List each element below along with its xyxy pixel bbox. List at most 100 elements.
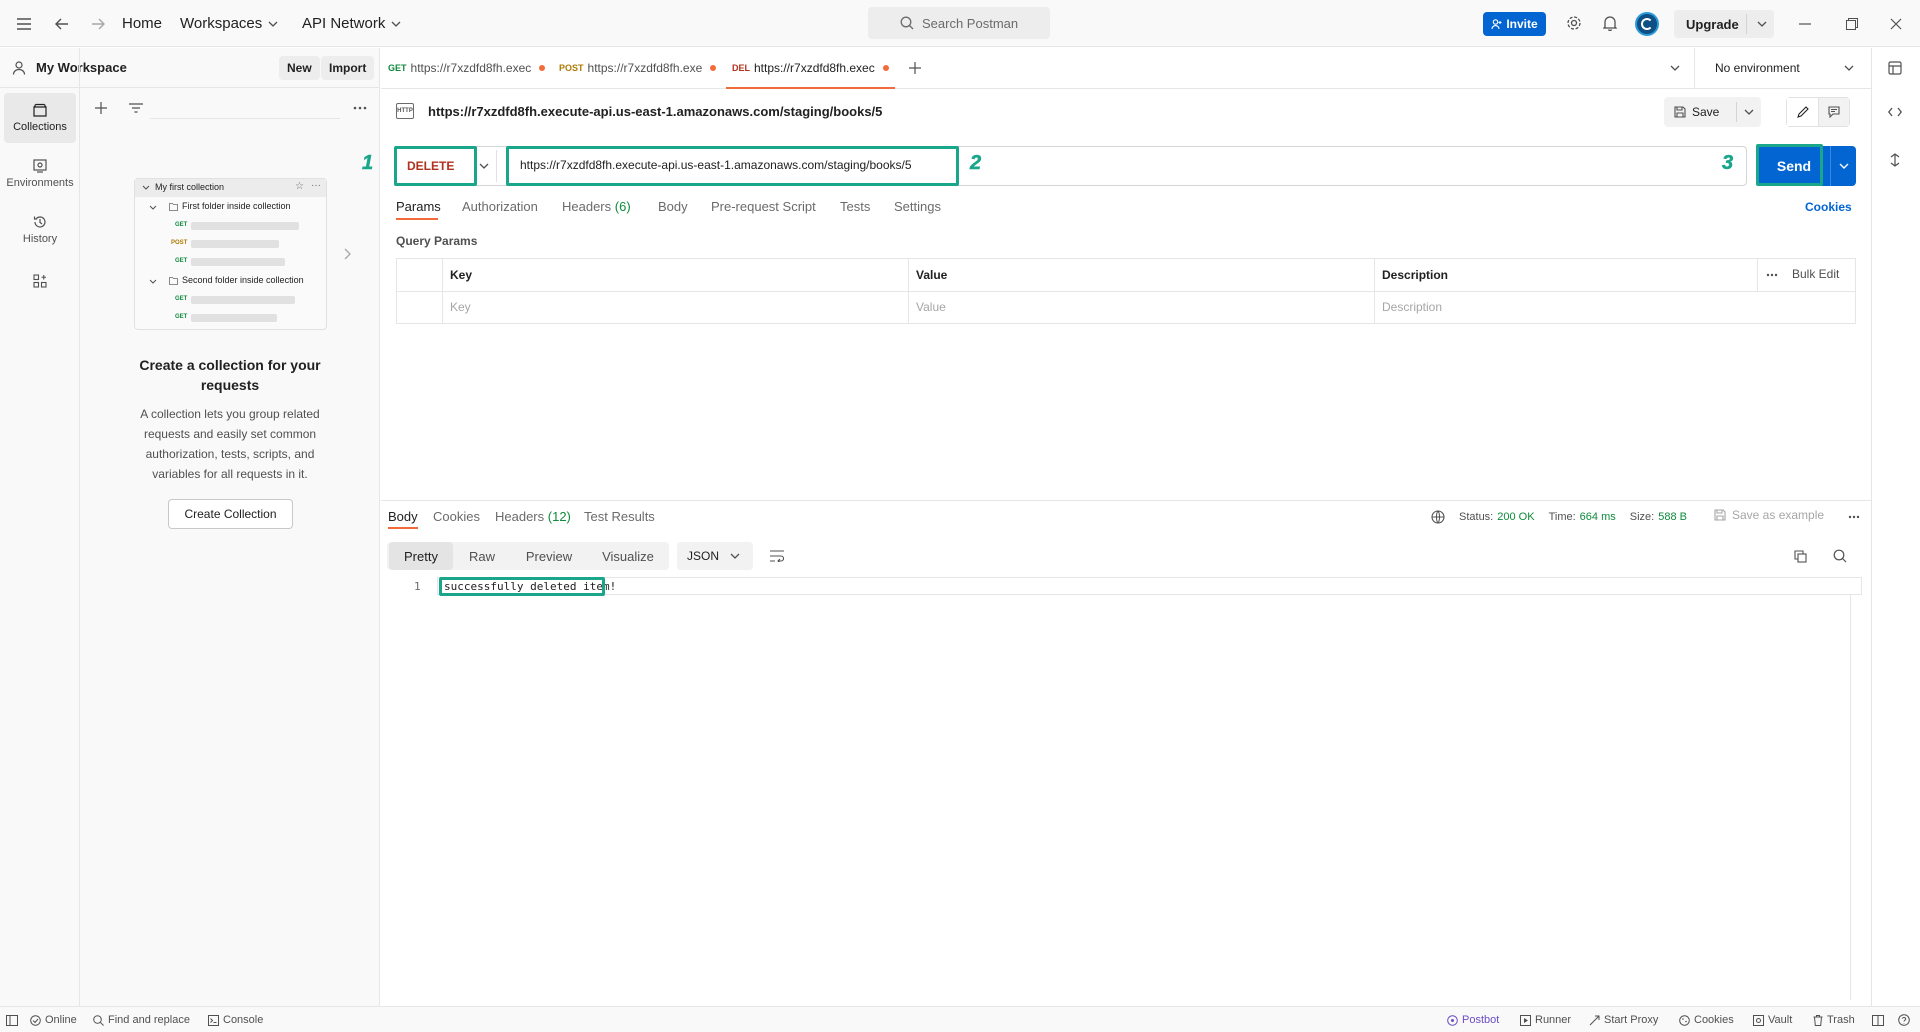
- rail-item-environments[interactable]: Environments: [4, 149, 76, 199]
- chevron-down-icon: [268, 21, 278, 27]
- vault-label: Vault: [1768, 1014, 1793, 1026]
- request-tab-get[interactable]: GET https://r7xzdfd8fh.exec: [382, 48, 551, 88]
- save-as-example-button[interactable]: Save as example: [1714, 508, 1824, 522]
- bulk-edit-link[interactable]: Bulk Edit: [1792, 267, 1839, 281]
- online-status[interactable]: Online: [30, 1007, 77, 1032]
- size-value[interactable]: 588 B: [1658, 511, 1687, 523]
- request-tab-delete[interactable]: DEL https://r7xzdfd8fh.exec: [726, 48, 895, 89]
- api-network-menu[interactable]: API Network: [302, 0, 401, 47]
- key-input[interactable]: Key: [450, 300, 471, 314]
- postbot-button[interactable]: Postbot: [1447, 1007, 1499, 1032]
- rail-label: Environments: [6, 177, 74, 189]
- find-replace-button[interactable]: Find and replace: [93, 1007, 190, 1032]
- start-proxy-button[interactable]: Start Proxy: [1589, 1007, 1658, 1032]
- rail-item-collections[interactable]: Collections: [4, 93, 76, 143]
- search-icon[interactable]: [1831, 548, 1849, 564]
- close-window-icon[interactable]: [1886, 14, 1906, 34]
- save-button[interactable]: Save: [1664, 97, 1736, 127]
- view-raw[interactable]: Raw: [455, 542, 509, 570]
- time-value[interactable]: 664 ms: [1580, 511, 1616, 523]
- view-pretty[interactable]: Pretty: [389, 542, 453, 570]
- save-as-example-label: Save as example: [1732, 508, 1825, 522]
- tab-method: POST: [559, 63, 584, 73]
- rail-item-history[interactable]: History: [4, 205, 76, 255]
- editor-scrollbar[interactable]: [1850, 595, 1851, 1000]
- upgrade-label: Upgrade: [1686, 16, 1739, 32]
- value-input[interactable]: Value: [916, 300, 946, 314]
- environment-selector[interactable]: No environment: [1703, 53, 1863, 83]
- search-icon: [93, 1014, 104, 1026]
- trash-button[interactable]: Trash: [1813, 1007, 1855, 1032]
- description-input[interactable]: Description: [1382, 300, 1442, 314]
- related-collections-icon[interactable]: [1886, 151, 1904, 169]
- avatar[interactable]: [1635, 12, 1659, 36]
- tab-headers[interactable]: Headers (6): [562, 199, 631, 214]
- filter-icon[interactable]: [127, 99, 145, 117]
- workspaces-menu[interactable]: Workspaces: [180, 0, 278, 47]
- layout-toggle-icon[interactable]: [1872, 1007, 1884, 1032]
- status-value[interactable]: 200 OK: [1497, 511, 1534, 523]
- tab-authorization[interactable]: Authorization: [462, 199, 538, 214]
- chevron-down-icon[interactable]: [1744, 109, 1754, 115]
- response-tab-body[interactable]: Body: [388, 509, 418, 524]
- back-arrow-icon[interactable]: [52, 0, 72, 47]
- restore-window-icon[interactable]: [1842, 14, 1862, 34]
- more-options-icon[interactable]: [1764, 268, 1780, 282]
- request-title[interactable]: https://r7xzdfd8fh.execute-api.us-east-1…: [428, 104, 882, 119]
- invite-button[interactable]: Invite: [1483, 12, 1546, 36]
- copy-icon[interactable]: [1791, 548, 1809, 564]
- tab-tests[interactable]: Tests: [840, 199, 870, 214]
- vault-button[interactable]: Vault: [1753, 1007, 1792, 1032]
- console-button[interactable]: Console: [208, 1007, 263, 1032]
- create-collection-button[interactable]: Create Collection: [168, 499, 293, 529]
- home-link[interactable]: Home: [122, 0, 162, 47]
- sidebar-search-input[interactable]: [150, 97, 340, 119]
- help-icon[interactable]: [1898, 1007, 1910, 1032]
- cookies-button[interactable]: Cookies: [1679, 1007, 1734, 1032]
- new-button[interactable]: New: [279, 56, 320, 80]
- response-tab-cookies[interactable]: Cookies: [433, 509, 480, 524]
- add-collection-icon[interactable]: [92, 99, 110, 117]
- cookies-link[interactable]: Cookies: [1805, 200, 1852, 214]
- environment-quicklook-icon[interactable]: [1886, 59, 1904, 77]
- tab-body[interactable]: Body: [658, 199, 688, 214]
- column-header-description: Description: [1382, 268, 1449, 282]
- chevron-down-icon[interactable]: [1839, 163, 1849, 169]
- response-meta: Status: 200 OK Time: 664 ms Size: 588 B: [1459, 511, 1687, 523]
- tab-settings[interactable]: Settings: [894, 199, 941, 214]
- chevron-down-icon[interactable]: [1757, 21, 1767, 27]
- wrap-lines-icon[interactable]: [768, 548, 786, 564]
- trash-label: Trash: [1827, 1014, 1855, 1026]
- more-options-icon[interactable]: [1846, 510, 1862, 524]
- toggle-sidebar-icon[interactable]: [6, 1007, 18, 1032]
- notifications-bell-icon[interactable]: [1600, 13, 1620, 33]
- response-tab-headers[interactable]: Headers (12): [495, 509, 571, 524]
- tabs-dropdown-chevron-icon[interactable]: [1666, 59, 1684, 77]
- chevron-down-icon[interactable]: [479, 163, 489, 169]
- view-preview[interactable]: Preview: [511, 542, 587, 570]
- menu-icon[interactable]: [14, 0, 34, 47]
- runner-button[interactable]: Runner: [1520, 1007, 1571, 1032]
- tab-prerequest-script[interactable]: Pre-request Script: [711, 199, 816, 214]
- rail-item-configure[interactable]: [4, 266, 76, 296]
- settings-gear-icon[interactable]: [1564, 13, 1584, 33]
- minimize-icon[interactable]: [1795, 14, 1815, 34]
- format-select[interactable]: JSON: [677, 542, 753, 570]
- comments-icon[interactable]: [1819, 98, 1849, 126]
- upgrade-button[interactable]: Upgrade: [1674, 10, 1774, 38]
- new-tab-plus-icon[interactable]: [906, 59, 924, 77]
- edit-pencil-icon[interactable]: [1787, 98, 1819, 126]
- code-icon[interactable]: [1886, 103, 1904, 121]
- import-button[interactable]: Import: [321, 56, 375, 80]
- more-options-icon[interactable]: [350, 99, 370, 117]
- cookie-icon: [1679, 1014, 1690, 1026]
- response-tab-test-results[interactable]: Test Results: [584, 509, 655, 524]
- forward-arrow-icon[interactable]: [88, 0, 108, 47]
- request-tab-post[interactable]: POST https://r7xzdfd8fh.exe: [553, 48, 722, 88]
- chevron-right-icon[interactable]: [340, 244, 354, 264]
- globe-network-icon[interactable]: [1430, 509, 1446, 525]
- chevron-down-icon: [142, 185, 150, 190]
- search-input[interactable]: Search Postman: [868, 7, 1050, 39]
- view-visualize[interactable]: Visualize: [589, 542, 667, 570]
- tab-params[interactable]: Params: [396, 199, 441, 214]
